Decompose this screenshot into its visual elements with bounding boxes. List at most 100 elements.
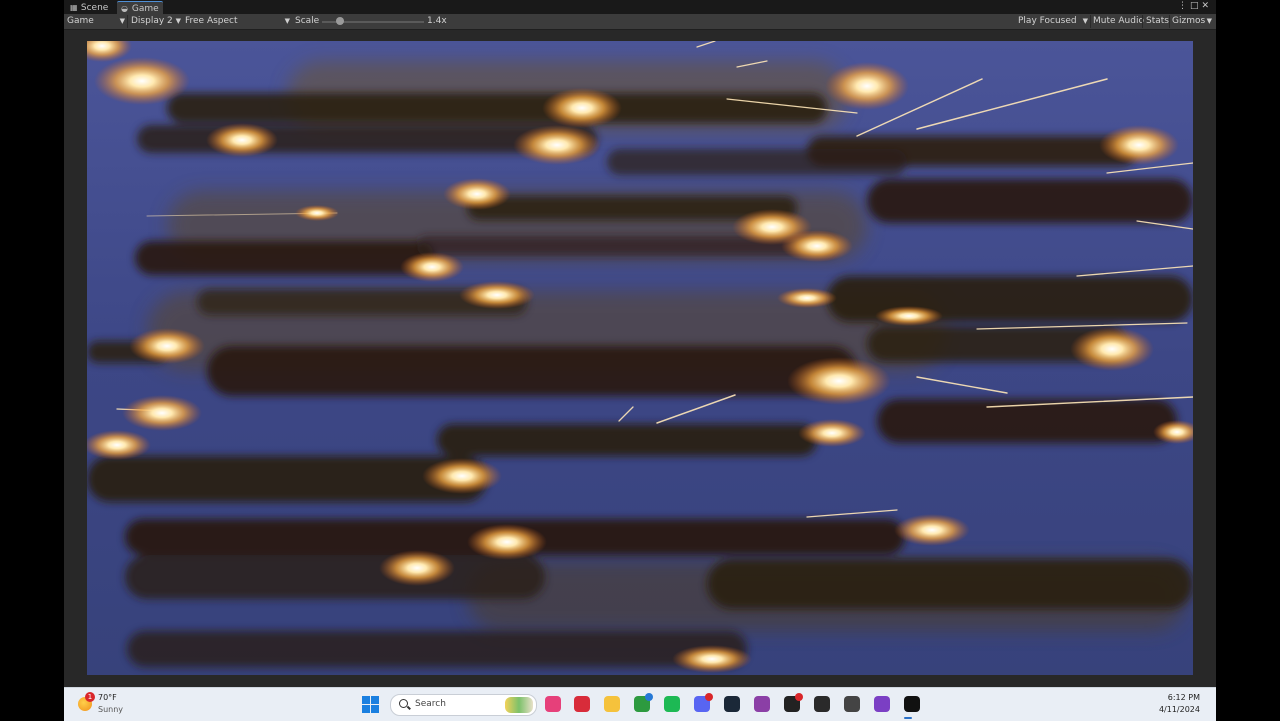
game-view-toolbar: Game ▼ Display 2 ▼ Free Aspect ▼ Scale 1.4x… xyxy=(64,14,1216,30)
search-placeholder: Search xyxy=(415,699,446,709)
smoke-trail xyxy=(867,179,1193,223)
maximize-icon[interactable]: □ xyxy=(1190,1,1202,11)
flare xyxy=(825,62,909,110)
smoke-trail xyxy=(127,631,747,667)
smoke-trail xyxy=(437,424,817,456)
aspect-select[interactable]: Free Aspect ▼ xyxy=(185,14,290,29)
editor-tab-bar: ▦ Scene ◒ Game ⋮□✕ xyxy=(64,0,1216,15)
chevron-down-icon: ▼ xyxy=(119,17,125,25)
flare xyxy=(542,88,622,128)
tab-game-label: Game xyxy=(131,4,159,14)
separator xyxy=(1090,15,1091,28)
search-icon xyxy=(399,699,408,708)
windows-logo-icon xyxy=(371,696,379,704)
opera-icon[interactable] xyxy=(574,696,590,712)
chat-app-icon[interactable] xyxy=(784,693,803,712)
chevron-down-icon: ▼ xyxy=(1206,17,1212,25)
flare xyxy=(798,419,866,447)
flare xyxy=(875,306,943,326)
windows-logo-icon xyxy=(362,696,370,704)
flare xyxy=(467,524,547,560)
play-mode-select[interactable]: Play Focused ▼ xyxy=(1018,14,1088,29)
visual-studio-icon[interactable] xyxy=(874,696,890,712)
grid-icon: ▦ xyxy=(70,3,78,12)
flare xyxy=(400,252,464,282)
stats-button[interactable]: Stats xyxy=(1146,14,1169,29)
unity-editor-icon[interactable] xyxy=(904,696,920,712)
close-icon[interactable]: ✕ xyxy=(1201,1,1212,11)
flare xyxy=(1099,125,1179,165)
tab-scene-label: Scene xyxy=(80,3,109,13)
flare xyxy=(129,328,205,364)
flare xyxy=(781,230,853,262)
kebab-menu-icon[interactable]: ⋮ xyxy=(1178,1,1190,11)
start-button[interactable] xyxy=(362,696,379,713)
flare xyxy=(94,57,190,105)
smoke-trail xyxy=(135,241,435,275)
separator xyxy=(1142,15,1143,28)
windows-logo-icon xyxy=(371,705,379,713)
notification-badge: 1 xyxy=(85,692,95,702)
flare xyxy=(513,125,601,165)
weather-temperature[interactable]: 70°F xyxy=(98,693,117,702)
window-controls: ⋮□✕ xyxy=(1178,1,1212,11)
photos-app-icon[interactable] xyxy=(545,696,561,712)
smoke-trail xyxy=(207,346,857,396)
notification-badge xyxy=(705,693,713,701)
clock-date[interactable]: 4/11/2024 xyxy=(1159,705,1200,714)
steam-icon[interactable] xyxy=(724,696,740,712)
smoke-trail xyxy=(607,149,907,175)
windows-logo-icon xyxy=(362,705,370,713)
chevron-down-icon: ▼ xyxy=(1082,17,1088,25)
smoke-trail xyxy=(125,555,545,599)
chevron-down-icon: ▼ xyxy=(284,17,290,25)
weather-condition: Sunny xyxy=(98,705,124,714)
separator xyxy=(127,15,128,28)
display-select[interactable]: Display 2 ▼ xyxy=(131,14,181,29)
spotify-icon[interactable] xyxy=(664,696,680,712)
chevron-down-icon: ▼ xyxy=(175,17,181,25)
view-select[interactable]: Game ▼ xyxy=(67,14,125,29)
taskbar-search[interactable]: Search xyxy=(390,694,537,716)
flare xyxy=(894,514,970,546)
scale-label: Scale xyxy=(295,16,320,26)
epic-games-icon[interactable] xyxy=(814,696,830,712)
smoke-trail xyxy=(167,93,827,123)
flare xyxy=(459,281,535,309)
flare xyxy=(672,645,752,673)
discord-icon[interactable] xyxy=(694,693,713,712)
game-render xyxy=(87,41,1193,675)
smoke-trail xyxy=(707,559,1193,609)
gizmos-label: Gizmos xyxy=(1172,16,1206,26)
notification-badge xyxy=(795,693,803,701)
flare xyxy=(1070,327,1154,371)
unity-editor-window: ▦ Scene ◒ Game ⋮□✕ Game ▼ Display 2 ▼ Free… xyxy=(64,0,1216,687)
scale-value: 1.4x xyxy=(427,16,447,26)
flare xyxy=(443,178,511,210)
flare xyxy=(787,357,891,405)
flare xyxy=(422,458,502,494)
tab-game[interactable]: ◒ Game xyxy=(117,1,163,15)
scale-slider-handle[interactable] xyxy=(336,17,345,25)
file-explorer-icon[interactable] xyxy=(604,696,620,712)
view-select-label: Game xyxy=(67,16,94,26)
xbox-icon[interactable] xyxy=(634,693,653,712)
tab-scene[interactable]: ▦ Scene xyxy=(66,1,112,14)
notification-badge xyxy=(645,693,653,701)
clock-time[interactable]: 6:12 PM xyxy=(1168,693,1200,702)
flare xyxy=(295,205,339,221)
mute-audio-button[interactable]: Mute Audio xyxy=(1093,14,1144,29)
unity-hub-icon[interactable] xyxy=(844,696,860,712)
github-icon[interactable] xyxy=(754,696,770,712)
flare xyxy=(777,288,837,308)
gizmos-button[interactable]: Gizmos ▼ xyxy=(1172,14,1212,29)
flare xyxy=(379,550,455,586)
flare xyxy=(122,395,202,431)
flare xyxy=(206,123,278,157)
display-select-label: Display 2 xyxy=(131,16,173,26)
game-viewport[interactable] xyxy=(87,41,1193,675)
active-app-indicator xyxy=(904,717,912,719)
search-highlight-icon xyxy=(505,697,533,713)
windows-taskbar: 1 70°F Sunny Search 6:12 PM 4/11/2024 xyxy=(64,687,1216,721)
play-mode-label: Play Focused xyxy=(1018,16,1077,26)
